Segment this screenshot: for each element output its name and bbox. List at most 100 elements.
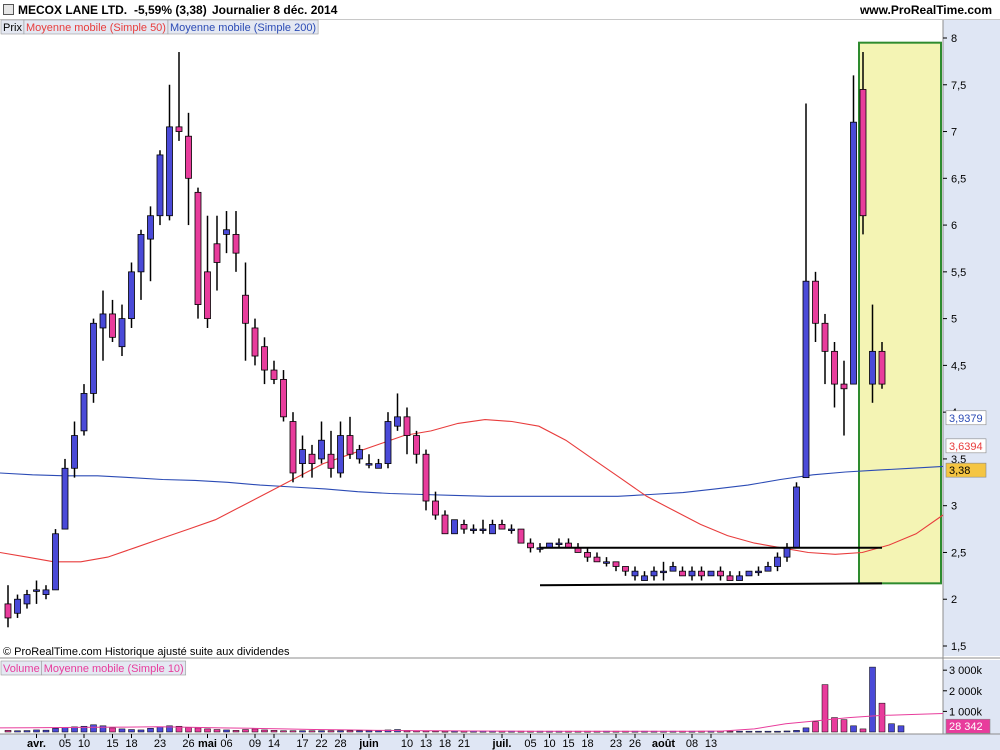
candle-body-down — [840, 383, 848, 390]
date-tick-label: mai — [198, 738, 217, 750]
candle — [707, 570, 715, 577]
volume-bar — [888, 723, 895, 733]
volume-bar — [23, 730, 31, 733]
candle-body-up — [33, 589, 40, 592]
candle-body-down — [831, 350, 838, 385]
date-tick-label: 10 — [543, 738, 555, 750]
candle-body-down — [270, 369, 278, 380]
candle-body-down — [403, 416, 411, 436]
candle-body-down — [185, 135, 192, 179]
price-tick-label: 7 — [951, 127, 957, 139]
price-plot-area — [0, 20, 943, 656]
candle-body-down — [527, 542, 534, 549]
candle-body-up — [688, 570, 696, 577]
volume-bar — [774, 730, 781, 733]
price-axis-area — [943, 20, 1000, 656]
date-tick-label: 06 — [220, 738, 232, 750]
volume-bar — [375, 730, 382, 733]
candle-body-up — [80, 393, 88, 432]
candle-body-down — [460, 524, 468, 530]
candle-body-down — [517, 528, 525, 544]
date-tick-label: 21 — [458, 738, 470, 750]
candle-body-down — [109, 313, 116, 338]
candle-body-up — [783, 547, 791, 558]
candle — [52, 529, 59, 591]
volume-bar — [147, 728, 154, 733]
candle-body-down — [175, 126, 183, 132]
volume-bar — [4, 730, 12, 733]
candle-body-up — [14, 598, 21, 614]
candle-body-down — [4, 603, 12, 619]
candle-body-down — [232, 234, 240, 254]
volume-bar — [365, 730, 373, 733]
candle-body-down — [204, 271, 211, 320]
date-tick-label: 08 — [686, 738, 698, 750]
candle-body-up — [669, 566, 677, 572]
candle — [745, 570, 753, 577]
date-tick-label: juin — [358, 738, 379, 750]
volume-bar — [726, 730, 734, 733]
candle-body-down — [194, 191, 202, 305]
volume-bar — [33, 729, 40, 733]
candle-body-up — [774, 556, 781, 567]
volume-bar — [878, 702, 886, 733]
price-tick-label: 6,5 — [951, 173, 966, 185]
legend-ma50: Moyenne mobile (Simple 50) — [26, 22, 166, 34]
candle-body-up — [299, 449, 306, 465]
candle-body-down — [584, 552, 591, 558]
volume-bar — [356, 730, 363, 733]
candle-body-down — [812, 280, 819, 324]
volume-bar — [783, 730, 791, 733]
candle-body-down — [878, 350, 886, 385]
price-tick-label: 8 — [951, 33, 957, 45]
volume-bar — [109, 727, 116, 733]
candle-body-up — [508, 528, 515, 531]
date-tick-label: avr. — [27, 738, 46, 750]
candle-body-down — [251, 327, 259, 357]
volume-bar — [156, 726, 164, 733]
candle-body-down — [859, 89, 867, 217]
volume-bar — [869, 666, 876, 733]
volume-bar — [308, 730, 316, 733]
date-tick-label: 05 — [524, 738, 536, 750]
volume-bar — [118, 728, 126, 733]
date-tick-label: 15 — [106, 738, 118, 750]
candle-body-up — [802, 280, 810, 479]
volume-bar — [251, 728, 259, 733]
candle-body-up — [23, 594, 31, 605]
candle-body-up — [166, 126, 173, 217]
legend-price: Prix — [3, 22, 22, 34]
candle-body-up — [128, 271, 135, 320]
date-tick-label: juil. — [492, 738, 512, 750]
candle — [90, 318, 97, 403]
candle-body-up — [42, 589, 50, 595]
candle-body-down — [280, 379, 287, 418]
volume-bar — [194, 727, 202, 733]
last-price-badge: 3,38 — [949, 465, 970, 477]
volume-bar — [337, 730, 344, 733]
candle-body-up — [365, 463, 373, 466]
date-tick-label: 23 — [610, 738, 622, 750]
date-tick-label: 18 — [581, 738, 593, 750]
candle-body-up — [52, 533, 59, 591]
candle-body-down — [327, 453, 335, 469]
candle-body-down — [698, 570, 705, 577]
volume-bar — [897, 725, 905, 733]
candle-body-down — [422, 453, 430, 502]
price-tick-label: 1,5 — [951, 641, 966, 653]
candle — [289, 412, 297, 483]
candle-body-up — [736, 575, 743, 581]
volume-tick-label: 2 000k — [949, 686, 983, 698]
candle — [451, 519, 458, 535]
volume-bar — [764, 730, 772, 733]
date-tick-label: 17 — [296, 738, 308, 750]
candle-body-up — [755, 570, 762, 574]
volume-bar — [185, 727, 192, 733]
volume-bar — [42, 729, 50, 733]
date-tick-label: 05 — [59, 738, 71, 750]
legend-volume: Volume — [3, 663, 40, 675]
candle-body-up — [337, 435, 344, 474]
candle-body-down — [679, 570, 686, 577]
date-tick-label: 18 — [439, 738, 451, 750]
volume-bar — [793, 730, 800, 733]
